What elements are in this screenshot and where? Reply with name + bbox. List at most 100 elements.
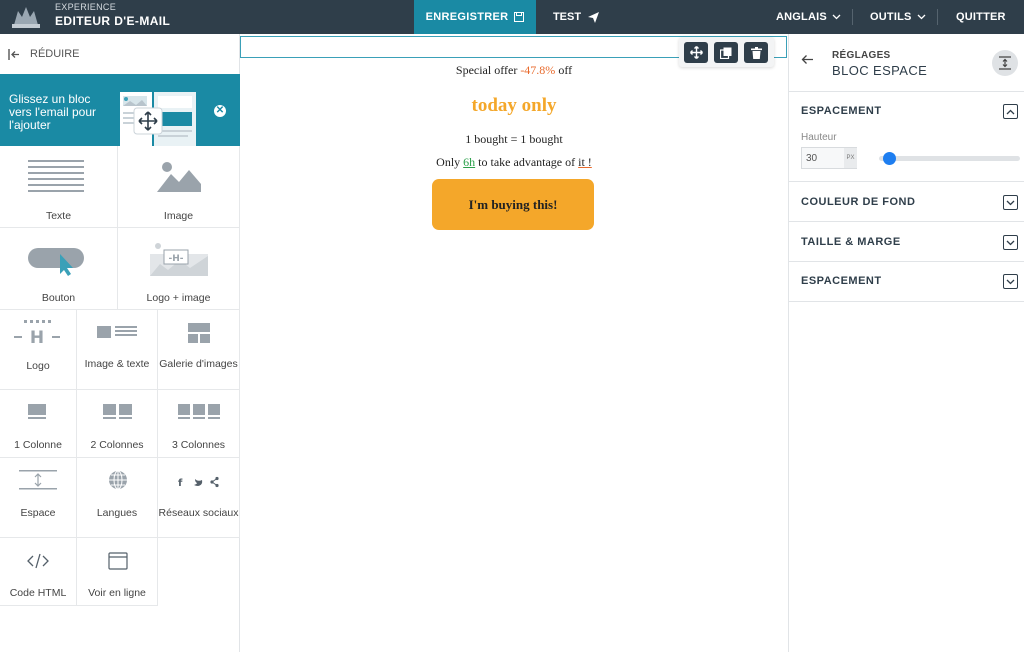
- space-icon: [999, 56, 1011, 70]
- tools-label: OUTILS: [870, 11, 912, 23]
- block-gallery[interactable]: Galerie d'images: [158, 310, 240, 390]
- duplicate-block-button[interactable]: [714, 42, 738, 63]
- section-spacing-2[interactable]: ESPACEMENT: [789, 262, 1024, 302]
- block-label: Logo + image: [146, 292, 211, 304]
- block-logo-image[interactable]: -H- Logo + image: [118, 228, 240, 310]
- reduce-label: RÉDUIRE: [30, 48, 80, 60]
- drag-hint-banner: Glissez un bloc vers l'email pour l'ajou…: [0, 74, 240, 146]
- test-button[interactable]: TEST: [536, 0, 616, 34]
- globe-icon: [109, 470, 127, 490]
- space-block-badge: [992, 50, 1018, 76]
- chevron-down-icon: [1006, 200, 1015, 205]
- blocks-panel: RÉDUIRE Glissez un bloc vers l'email pou…: [0, 34, 240, 652]
- block-1-column[interactable]: 1 Colonne: [0, 390, 77, 458]
- unit-label: PX: [844, 148, 857, 168]
- section-title: TAILLE & MARGE: [801, 236, 901, 248]
- height-value: 30: [806, 153, 818, 164]
- height-input[interactable]: 30 PX: [801, 147, 857, 169]
- headline: today only: [471, 95, 557, 116]
- delete-block-button[interactable]: [744, 42, 768, 63]
- settings-header: RÉGLAGES BLOC ESPACE: [789, 34, 1024, 92]
- section-expand-button[interactable]: [1003, 235, 1018, 250]
- block-label: 3 Colonnes: [171, 439, 226, 451]
- offer-suffix: off: [555, 63, 573, 77]
- block-text[interactable]: Texte: [0, 146, 118, 228]
- svg-text:H: H: [30, 328, 44, 346]
- three-columns-icon: [178, 404, 220, 419]
- save-button[interactable]: ENREGISTRER: [414, 0, 536, 34]
- close-banner-button[interactable]: ✕: [214, 105, 226, 117]
- hours-value: 6h: [463, 155, 476, 169]
- gallery-block-icon: [188, 323, 210, 343]
- section-expand-button[interactable]: [1003, 195, 1018, 210]
- two-columns-icon: [103, 404, 132, 419]
- section-title: ESPACEMENT: [801, 275, 882, 287]
- block-label: Logo: [26, 360, 50, 372]
- time-limit-line: Only 6h to take advantage of it !: [240, 155, 788, 170]
- chevron-up-icon: [1006, 109, 1015, 114]
- block-image[interactable]: Image: [118, 146, 240, 228]
- svg-text:-H-: -H-: [168, 254, 183, 264]
- block-image-text[interactable]: Image & texte: [77, 310, 158, 390]
- block-logo[interactable]: H Logo: [0, 310, 77, 390]
- space-block-icon: [19, 470, 57, 490]
- block-title: BLOC ESPACE: [832, 63, 928, 78]
- drag-hint-text: Glissez un bloc vers l'email pour l'ajou…: [9, 92, 96, 132]
- bought-line: 1 bought = 1 bought: [465, 132, 563, 146]
- block-label: Réseaux sociaux: [158, 507, 239, 519]
- quit-label: QUITTER: [956, 11, 1006, 23]
- section-background-color[interactable]: COULEUR DE FOND: [789, 182, 1024, 222]
- block-space[interactable]: Espace: [0, 458, 77, 538]
- block-label: Image & texte: [84, 358, 150, 370]
- buy-button[interactable]: I'm buying this!: [432, 179, 594, 230]
- chevron-down-icon: [1006, 240, 1015, 245]
- slider-knob[interactable]: [883, 152, 896, 165]
- move-block-button[interactable]: [684, 42, 708, 63]
- height-slider[interactable]: [879, 152, 1020, 165]
- block-languages[interactable]: Langues: [77, 458, 158, 538]
- test-label: TEST: [552, 11, 582, 23]
- chevron-down-icon: [1006, 279, 1015, 284]
- button-block-icon: [28, 248, 84, 276]
- offer-line: Special offer -47.8% off: [240, 63, 788, 78]
- block-label: Bouton: [41, 292, 76, 304]
- brand-subtitle: EXPERIENCE: [55, 2, 117, 12]
- block-label: Espace: [20, 507, 56, 519]
- logo-block-icon: H: [14, 320, 60, 346]
- language-menu[interactable]: ANGLAIS: [776, 0, 841, 34]
- block-label: Galerie d'images: [159, 358, 238, 370]
- quit-button[interactable]: QUITTER: [956, 0, 1006, 34]
- block-button[interactable]: Bouton: [0, 228, 118, 310]
- settings-panel: RÉGLAGES BLOC ESPACE ESPACEMENT Hauteur …: [788, 34, 1024, 652]
- section-collapse-button[interactable]: [1003, 104, 1018, 119]
- copy-icon: [720, 47, 732, 59]
- section-size-margin[interactable]: TAILLE & MARGE: [789, 222, 1024, 262]
- block-3-columns[interactable]: 3 Colonnes: [158, 390, 240, 458]
- floppy-disk-icon: [514, 12, 525, 22]
- back-arrow-icon[interactable]: [801, 54, 814, 65]
- block-label: Code HTML: [9, 587, 67, 599]
- block-label: Langues: [96, 507, 138, 519]
- block-2-columns[interactable]: 2 Colonnes: [77, 390, 158, 458]
- block-social[interactable]: f Réseaux sociaux: [158, 458, 240, 538]
- email-illustration-icon: [120, 92, 196, 146]
- email-canvas: Special offer -47.8% off today only 1 bo…: [240, 34, 788, 652]
- browser-window-icon: [108, 552, 128, 570]
- block-label: Texte: [45, 210, 72, 222]
- section-expand-button[interactable]: [1003, 274, 1018, 289]
- move-icon: [689, 46, 703, 59]
- language-label: ANGLAIS: [776, 11, 827, 23]
- settings-label: RÉGLAGES: [832, 50, 891, 61]
- section-title: ESPACEMENT: [801, 105, 882, 117]
- divider: [937, 9, 938, 25]
- brand-logo-icon: [12, 7, 40, 28]
- save-label: ENREGISTRER: [425, 11, 509, 23]
- block-view-online[interactable]: Voir en ligne: [77, 538, 158, 606]
- block-html[interactable]: Code HTML: [0, 538, 77, 606]
- offer-percentage: -47.8%: [520, 63, 556, 77]
- code-icon: [27, 553, 49, 569]
- tools-menu[interactable]: OUTILS: [870, 0, 926, 34]
- reduce-button[interactable]: RÉDUIRE: [8, 48, 80, 60]
- text-block-icon: [28, 160, 84, 192]
- trash-icon: [750, 46, 762, 59]
